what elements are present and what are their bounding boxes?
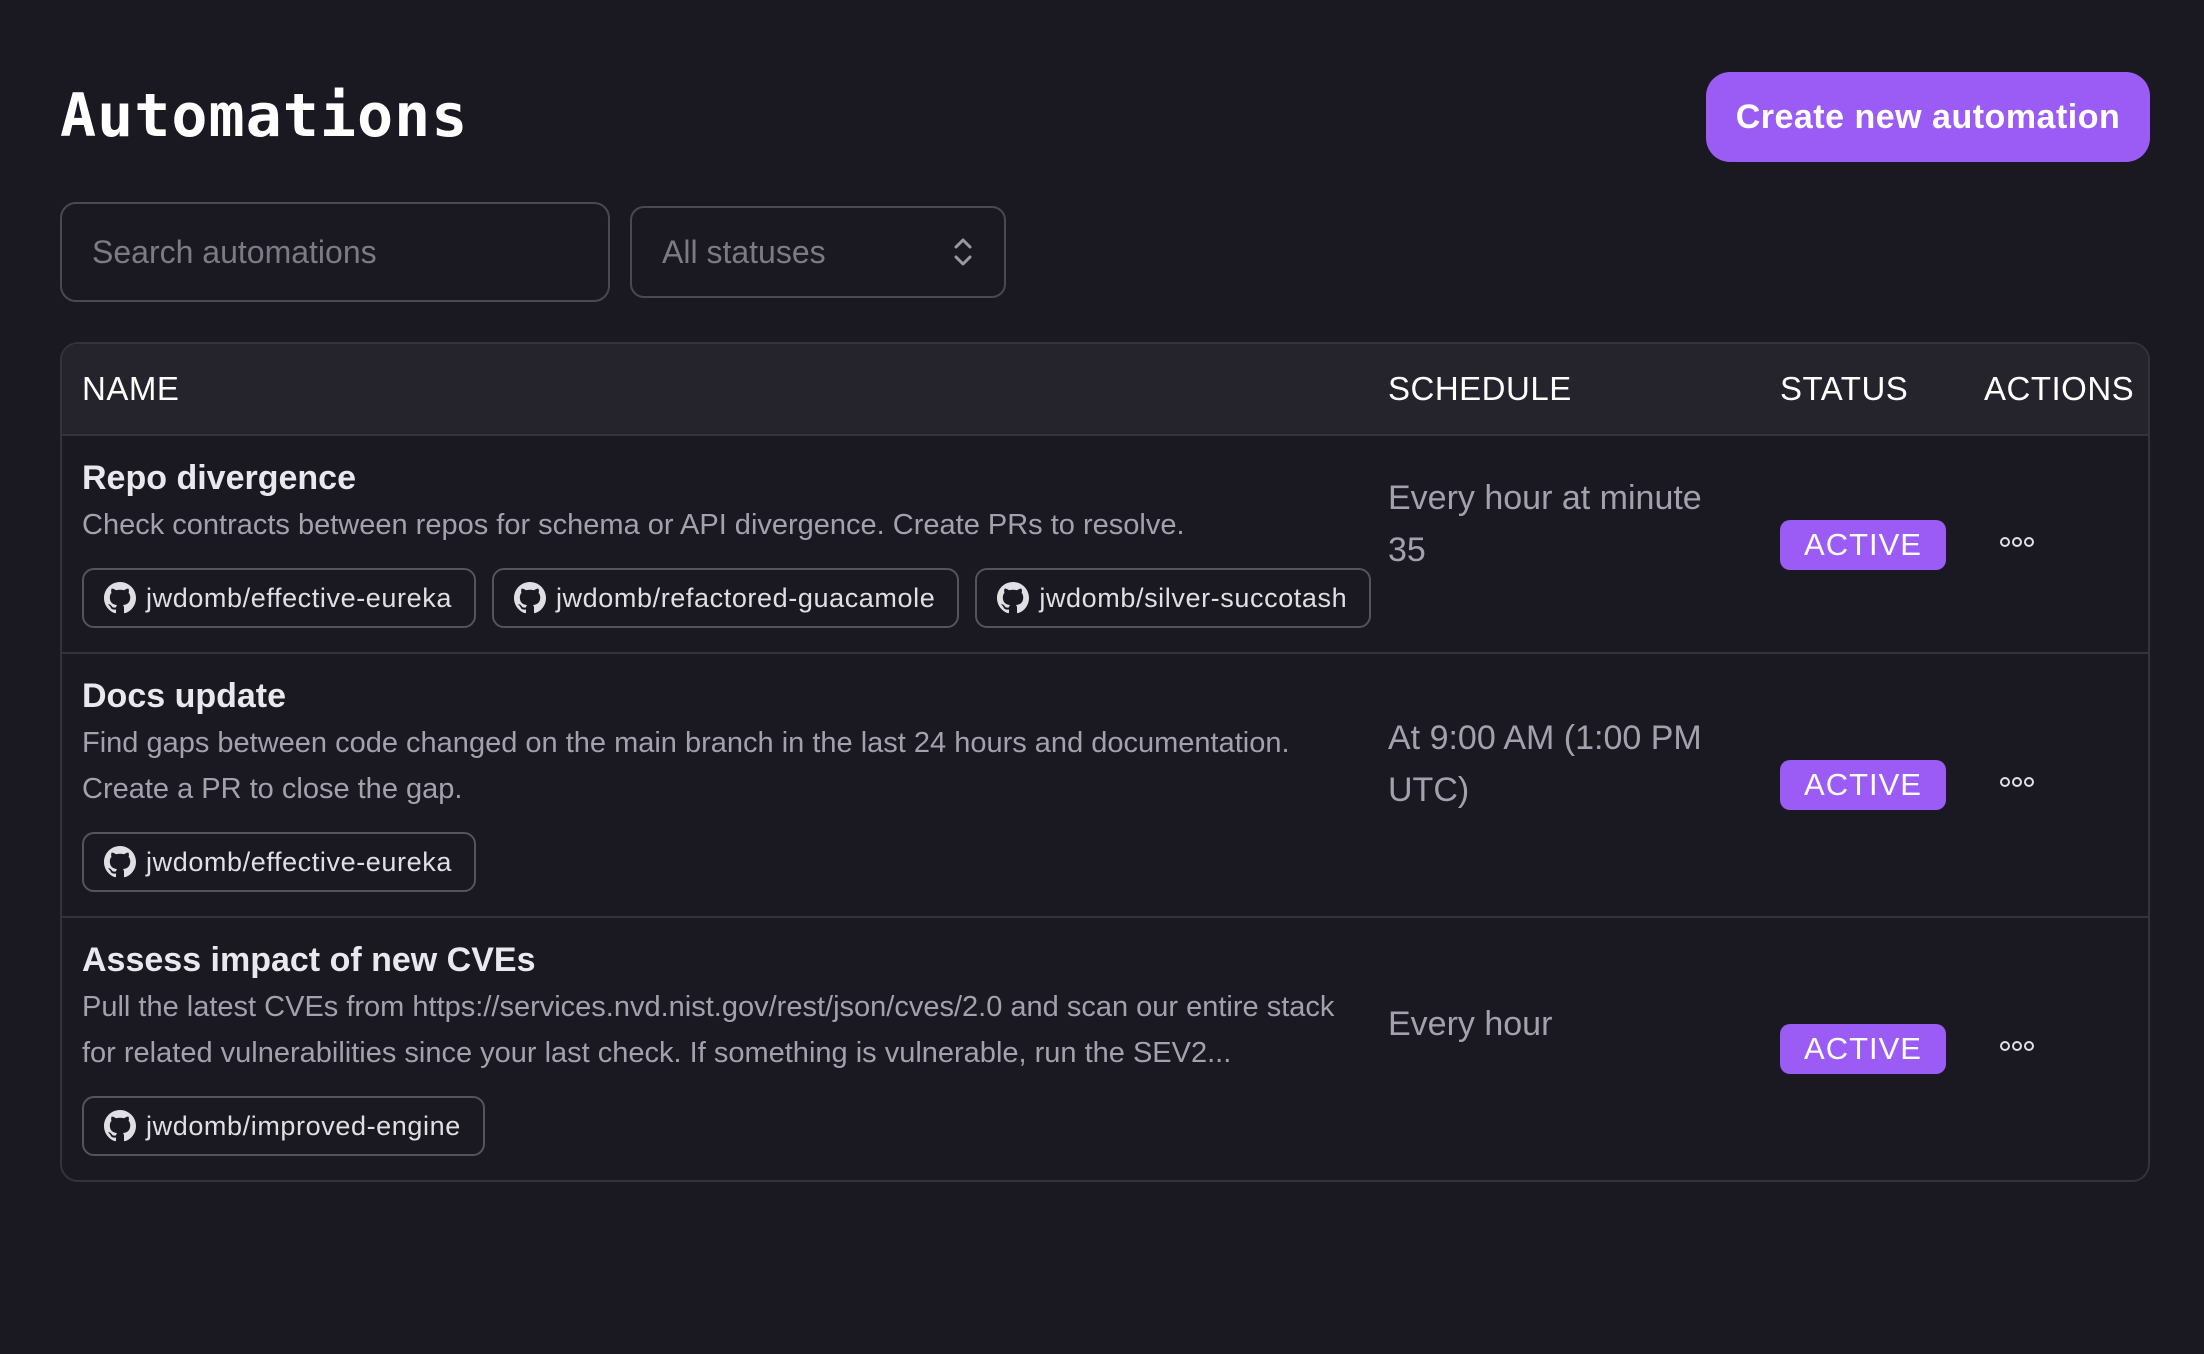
schedule-text: Every hour: [1388, 1005, 1553, 1043]
column-header-schedule: SCHEDULE: [1388, 370, 1572, 407]
github-icon: [104, 846, 136, 878]
repo-list: jwdomb/improved-engine: [82, 1096, 485, 1156]
row-actions-button[interactable]: [1986, 760, 2048, 804]
repo-list: jwdomb/effective-eureka: [82, 832, 476, 892]
table-row[interactable]: Repo divergence Check contracts between …: [62, 436, 2148, 654]
status-filter-value: All statuses: [662, 233, 826, 270]
create-automation-button[interactable]: Create new automation: [1706, 72, 2150, 162]
status-badge: ACTIVE: [1780, 1024, 1946, 1074]
status-badge: ACTIVE: [1780, 520, 1946, 570]
github-icon: [513, 582, 546, 614]
automation-description: Find gaps between code changed on the ma…: [82, 727, 1290, 805]
github-icon: [104, 1110, 136, 1142]
github-icon: [104, 582, 136, 614]
chevrons-up-down-icon: [954, 238, 972, 266]
column-header-actions: ACTIONS: [1984, 370, 2135, 407]
status-badge: ACTIVE: [1780, 760, 1946, 810]
table-row[interactable]: Docs update Find gaps between code chang…: [62, 654, 2148, 918]
status-filter-select[interactable]: All statuses: [630, 206, 1006, 298]
repo-chip[interactable]: jwdomb/effective-eureka: [82, 568, 476, 628]
automations-page: Automations Create new automation All st…: [0, 0, 2204, 1354]
repo-label: jwdomb/improved-engine: [146, 1110, 461, 1141]
row-actions-button[interactable]: [1986, 520, 2048, 564]
more-icon: [2000, 1041, 2034, 1051]
table-header: NAME SCHEDULE STATUS ACTIONS: [62, 344, 2148, 436]
schedule-text: Every hour at minute 35: [1388, 479, 1702, 569]
column-header-status: STATUS: [1780, 370, 1909, 407]
automations-table: NAME SCHEDULE STATUS ACTIONS Repo diverg…: [60, 342, 2150, 1182]
repo-chip[interactable]: jwdomb/improved-engine: [82, 1096, 485, 1156]
page-title: Automations: [60, 81, 469, 151]
automation-title: Repo divergence: [82, 459, 356, 497]
table-row[interactable]: Assess impact of new CVEs Pull the lates…: [62, 918, 2148, 1180]
schedule-text: At 9:00 AM (1:00 PM UTC): [1388, 719, 1702, 809]
automation-title: Docs update: [82, 677, 287, 715]
more-icon: [2000, 537, 2034, 547]
automation-description: Pull the latest CVEs from https://servic…: [82, 991, 1335, 1069]
repo-chip[interactable]: jwdomb/refactored-guacamole: [491, 568, 960, 628]
automation-description: Check contracts between repos for schema…: [82, 509, 1185, 541]
more-icon: [2000, 777, 2034, 787]
repo-chip[interactable]: jwdomb/silver-succotash: [975, 568, 1372, 628]
repo-chip[interactable]: jwdomb/effective-eureka: [82, 832, 476, 892]
automation-title: Assess impact of new CVEs: [82, 941, 536, 979]
row-actions-button[interactable]: [1986, 1024, 2048, 1068]
github-icon: [997, 582, 1030, 614]
repo-list: jwdomb/effective-eureka jwdomb/refactore…: [82, 568, 1372, 628]
repo-label: jwdomb/silver-succotash: [1039, 582, 1348, 613]
column-header-name: NAME: [82, 370, 180, 407]
repo-label: jwdomb/refactored-guacamole: [555, 582, 936, 613]
repo-label: jwdomb/effective-eureka: [146, 846, 452, 877]
search-input[interactable]: [60, 202, 610, 302]
repo-label: jwdomb/effective-eureka: [146, 582, 452, 613]
